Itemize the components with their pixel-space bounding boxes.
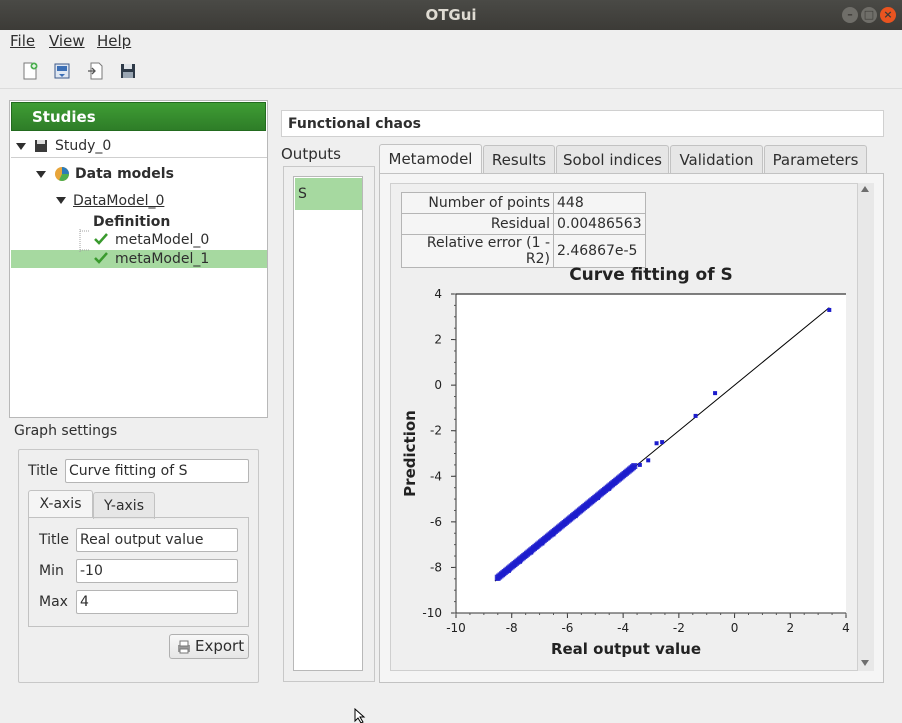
vertical-scrollbar[interactable]	[857, 183, 874, 671]
export-button[interactable]: Export	[169, 634, 249, 659]
output-item[interactable]: S	[295, 178, 362, 210]
data-point	[654, 441, 659, 446]
scroll-down-arrow-icon[interactable]	[861, 660, 869, 666]
y-tick-label: -10	[422, 606, 442, 620]
x-axis-label: Real output value	[551, 640, 701, 658]
table-row: Residual 0.00486563	[401, 213, 646, 235]
table-row: Number of points 448	[401, 192, 646, 214]
graph-settings-label: Graph settings	[14, 423, 118, 439]
data-point	[713, 391, 718, 396]
studies-tree-panel: Studies Study_0 Data models DataModel_0 …	[9, 100, 268, 418]
export-icon	[178, 640, 190, 654]
axis-max-input[interactable]: 4	[76, 590, 238, 614]
menu-file[interactable]: File	[10, 32, 35, 50]
x-tick-label: -2	[673, 621, 685, 635]
tree-item-definition[interactable]: Definition	[93, 213, 170, 231]
data-models-icon	[55, 167, 69, 181]
axis-min-input[interactable]: -10	[76, 559, 238, 583]
save-icon[interactable]	[118, 61, 138, 81]
y-axis-label: Prediction	[401, 410, 419, 497]
y-tick-label: 0	[434, 378, 442, 392]
x-tick-label: -6	[561, 621, 573, 635]
tab-metamodel[interactable]: Metamodel	[379, 144, 482, 174]
table-key: Residual	[401, 213, 554, 235]
expand-arrow-icon[interactable]	[36, 171, 46, 178]
table-key: Number of points	[401, 192, 554, 214]
axis-title-label: Title	[39, 532, 70, 548]
outputs-label: Outputs	[281, 145, 341, 163]
tab-parameters[interactable]: Parameters	[764, 145, 867, 173]
curve-fitting-chart: Curve fitting of S -10 -8 -6 -4 -2 0 2 4 4 2 0 -2 -4 -…	[401, 265, 850, 658]
toolbar	[0, 53, 902, 89]
tree-divider	[11, 157, 267, 158]
y-tick-label: -4	[430, 469, 442, 483]
x-tick-label: -4	[617, 621, 629, 635]
checkmark-icon	[94, 252, 108, 264]
y-tick-label: -6	[430, 515, 442, 529]
x-tick-label: 2	[786, 621, 794, 635]
graph-title-input[interactable]: Curve fitting of S	[65, 459, 249, 483]
table-value: 0.00486563	[553, 213, 646, 235]
tree-item-metamodel-0[interactable]: metaModel_0	[115, 231, 209, 249]
menubar: File View Help	[0, 30, 902, 52]
data-point-cluster	[631, 463, 638, 470]
minimize-icon[interactable]: –	[842, 7, 858, 23]
tab-x-axis[interactable]: X-axis	[28, 490, 93, 518]
tree-item-data-model[interactable]: DataModel_0	[73, 192, 164, 210]
tree-item-data-models[interactable]: Data models	[75, 165, 174, 183]
y-tick-label: -8	[430, 560, 442, 574]
table-value: 448	[553, 192, 646, 214]
studies-header[interactable]: Studies	[11, 102, 266, 131]
tab-validation[interactable]: Validation	[670, 145, 763, 173]
menu-view[interactable]: View	[49, 32, 85, 50]
data-point	[827, 307, 832, 312]
tab-y-axis[interactable]: Y-axis	[93, 492, 155, 519]
mouse-cursor-icon	[354, 708, 366, 723]
x-tick-label: -8	[506, 621, 518, 635]
data-point	[660, 440, 665, 445]
y-tick-label: 2	[434, 333, 442, 347]
y-tick-label: 4	[434, 287, 442, 301]
maximize-icon[interactable]: □	[861, 7, 877, 23]
data-point	[693, 413, 698, 418]
tab-sobol-indices[interactable]: Sobol indices	[556, 145, 669, 173]
import-script-icon[interactable]	[86, 61, 106, 81]
x-tick-label: 0	[731, 621, 739, 635]
checkmark-icon	[94, 233, 108, 245]
x-tick-label: 4	[842, 621, 850, 635]
analysis-title: Functional chaos	[281, 110, 884, 137]
menu-help[interactable]: Help	[97, 32, 131, 50]
y-tick-label: -2	[430, 424, 442, 438]
data-point	[646, 458, 651, 463]
window-title: OTGui	[425, 6, 477, 24]
expand-arrow-icon[interactable]	[56, 197, 66, 204]
tree-item-metamodel-1[interactable]: metaModel_1	[115, 250, 209, 268]
open-study-icon[interactable]	[52, 61, 72, 81]
x-tick-label: -10	[446, 621, 466, 635]
axis-title-input[interactable]: Real output value	[76, 528, 238, 552]
chart-title: Curve fitting of S	[569, 265, 733, 285]
expand-arrow-icon[interactable]	[16, 143, 26, 150]
scroll-up-arrow-icon[interactable]	[861, 186, 869, 192]
min-label: Min	[39, 563, 64, 579]
title-label: Title	[28, 463, 59, 479]
tab-results[interactable]: Results	[483, 145, 555, 173]
study-save-icon	[35, 140, 47, 152]
close-icon[interactable]: ×	[880, 7, 896, 23]
data-point	[637, 462, 642, 467]
max-label: Max	[39, 594, 68, 610]
window-titlebar: OTGui	[0, 0, 902, 30]
new-study-icon[interactable]	[20, 61, 40, 81]
tree-item-study[interactable]: Study_0	[55, 137, 111, 155]
outputs-list: S	[293, 176, 363, 671]
